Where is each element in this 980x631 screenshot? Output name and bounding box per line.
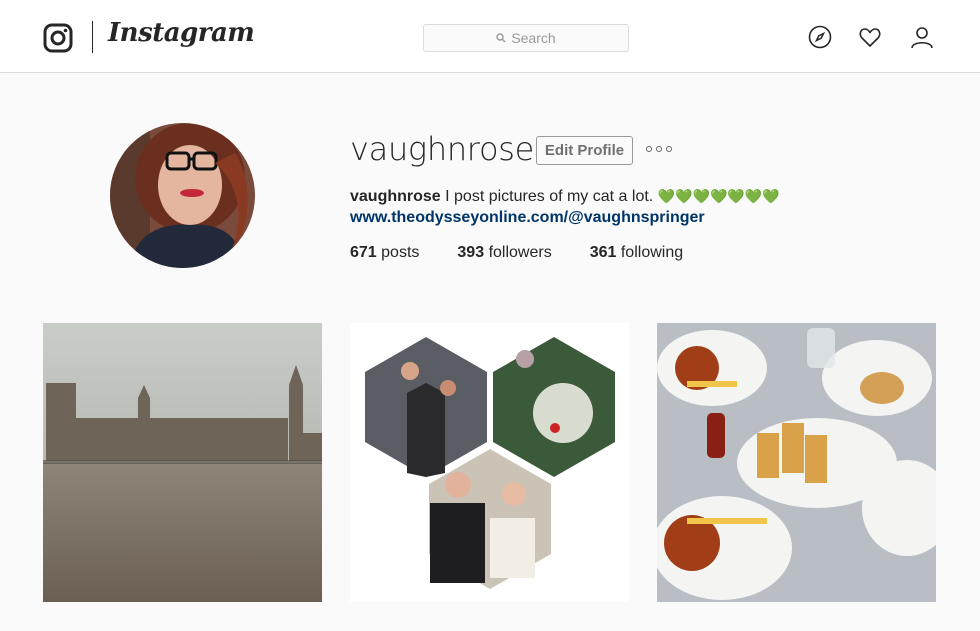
following-count[interactable]: 361 following [590, 244, 683, 262]
compass-icon[interactable] [808, 25, 832, 49]
followers-count-label: followers [488, 244, 552, 261]
profile-bio: vaughnrose I post pictures of my cat a l… [350, 186, 780, 207]
post-thumbnail-big-ben[interactable] [43, 323, 322, 602]
post-thumbnail-breakfast[interactable] [657, 323, 936, 602]
following-count-label: following [620, 244, 684, 261]
bio-emoji-hearts: 💚💚💚💚💚💚💚 [657, 188, 780, 204]
dot [656, 146, 662, 152]
following-count-value: 361 [589, 244, 617, 261]
posts-count-value: 671 [350, 244, 377, 261]
search-placeholder: Search [511, 30, 556, 46]
search-icon [496, 33, 506, 43]
followers-count-value: 393 [457, 244, 485, 261]
instagram-wordmark[interactable]: Instagram [108, 18, 255, 48]
profile-website-link[interactable]: www.theodysseyonline.com/@vaughnspringer [350, 209, 705, 227]
followers-count[interactable]: 393 followers [457, 244, 551, 262]
more-options-icon[interactable] [646, 146, 672, 152]
posts-count: 671 posts [350, 244, 419, 262]
profile-stats: 671 posts 393 followers 361 following [350, 244, 721, 262]
logo-divider [92, 21, 93, 53]
dot [666, 146, 672, 152]
avatar[interactable] [110, 123, 255, 268]
profile-full-name: vaughnrose [350, 188, 441, 205]
heart-icon[interactable] [858, 25, 882, 49]
top-navigation-bar: Instagram Search [0, 0, 980, 73]
profile-username: vaughnrose [350, 130, 534, 168]
instagram-logo-icon[interactable] [43, 23, 73, 53]
posts-count-label: posts [381, 244, 420, 261]
bio-text: I post pictures of my cat a lot. [445, 188, 654, 205]
profile-icon[interactable] [910, 25, 934, 49]
dot [646, 146, 652, 152]
post-thumbnail-collage[interactable] [350, 323, 629, 602]
edit-profile-button[interactable]: Edit Profile [536, 136, 633, 165]
search-input[interactable]: Search [423, 24, 629, 52]
